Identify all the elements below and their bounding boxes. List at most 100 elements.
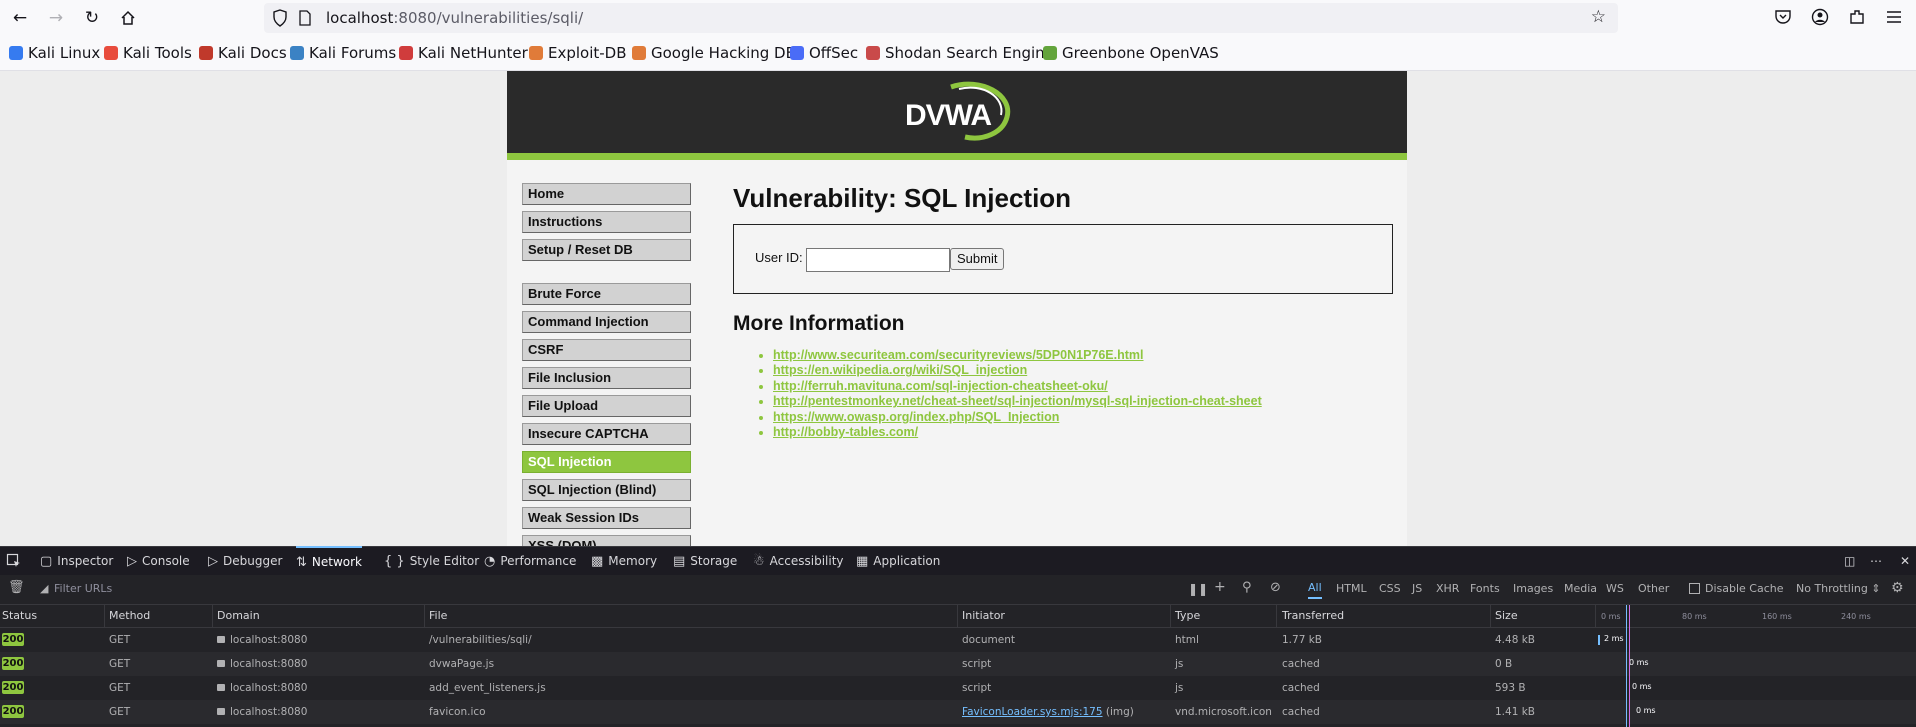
initiator-link[interactable]: FaviconLoader.sys.mjs:175	[962, 706, 1103, 718]
user-id-input[interactable]	[806, 248, 950, 272]
link-pentestmonkey[interactable]: http://pentestmonkey.net/cheat-sheet/sql…	[773, 394, 1262, 408]
column-divider[interactable]	[1170, 605, 1171, 627]
filter-js[interactable]: JS	[1412, 582, 1422, 595]
filter-ws[interactable]: WS	[1606, 582, 1624, 595]
col-method[interactable]: Method	[109, 609, 150, 622]
tab-memory[interactable]: ▩ Memory	[591, 547, 657, 575]
menu-item-instructions[interactable]: Instructions	[522, 211, 691, 233]
col-transferred[interactable]: Transferred	[1282, 609, 1344, 622]
address-bar[interactable]: localhost:8080/vulnerabilities/sqli/ ☆	[264, 3, 1618, 33]
link-wikipedia[interactable]: https://en.wikipedia.org/wiki/SQL_inject…	[773, 363, 1027, 377]
tab-inspector[interactable]: ▢ Inspector	[40, 547, 113, 575]
filter-css[interactable]: CSS	[1379, 582, 1401, 595]
column-divider[interactable]	[212, 605, 213, 627]
header-accent-bar	[507, 153, 1407, 160]
page-icon[interactable]	[298, 10, 312, 30]
reload-icon[interactable]: ↻	[80, 6, 104, 30]
bookmark-greenbone-openvas[interactable]: Greenbone OpenVAS	[1043, 44, 1219, 62]
tab-network[interactable]: ⇅ Network	[296, 546, 363, 576]
menu-item-file-inclusion[interactable]: File Inclusion	[522, 367, 691, 389]
search-icon[interactable]: ⚲	[1242, 580, 1252, 595]
bookmark-shodan[interactable]: Shodan Search Engine	[866, 44, 1054, 62]
link-bobby-tables[interactable]: http://bobby-tables.com/	[773, 425, 918, 439]
bookmark-kali-linux[interactable]: Kali Linux	[9, 44, 100, 62]
more-options-icon[interactable]: ⋯	[1870, 547, 1882, 575]
tab-storage[interactable]: ▤ Storage	[673, 547, 737, 575]
col-size[interactable]: Size	[1495, 609, 1518, 622]
menu-item-csrf[interactable]: CSRF	[522, 339, 691, 361]
submit-button[interactable]: Submit	[950, 248, 1005, 270]
menu-item-insecure-captcha[interactable]: Insecure CAPTCHA	[522, 423, 691, 445]
extensions-icon[interactable]	[1848, 8, 1866, 30]
shield-icon[interactable]	[272, 9, 288, 31]
back-arrow-icon[interactable]: ←	[8, 6, 32, 30]
column-divider[interactable]	[957, 605, 958, 627]
bookmark-google-hacking-db[interactable]: Google Hacking DB	[632, 44, 796, 62]
menu-item-sql-injection[interactable]: SQL Injection	[522, 451, 691, 473]
close-devtools-icon[interactable]: ✕	[1900, 547, 1910, 575]
column-divider[interactable]	[1490, 605, 1491, 627]
menu-item-home[interactable]: Home	[522, 183, 691, 205]
timing-label: 0 ms	[1632, 682, 1652, 691]
column-divider[interactable]	[424, 605, 425, 627]
filter-media[interactable]: Media	[1564, 582, 1597, 595]
col-initiator[interactable]: Initiator	[962, 609, 1005, 622]
menu-item-command-injection[interactable]: Command Injection	[522, 311, 691, 333]
menu-item-xss-dom[interactable]: XSS (DOM)	[522, 535, 691, 546]
dock-side-icon[interactable]: ◫	[1844, 547, 1855, 575]
column-divider[interactable]	[104, 605, 105, 627]
menu-item-sql-injection-blind[interactable]: SQL Injection (Blind)	[522, 479, 691, 501]
col-domain[interactable]: Domain	[217, 609, 260, 622]
filter-other[interactable]: Other	[1638, 582, 1669, 595]
account-icon[interactable]	[1811, 8, 1829, 30]
menu-item-weak-session-ids[interactable]: Weak Session IDs	[522, 507, 691, 529]
bookmark-kali-forums[interactable]: Kali Forums	[290, 44, 396, 62]
tab-debugger[interactable]: ▷ Debugger	[208, 547, 282, 575]
add-icon[interactable]: +	[1214, 579, 1226, 595]
filter-images[interactable]: Images	[1513, 582, 1553, 595]
link-owasp[interactable]: https://www.owasp.org/index.php/SQL_Inje…	[773, 410, 1059, 424]
link-ferruh[interactable]: http://ferruh.mavituna.com/sql-injection…	[773, 379, 1108, 393]
bookmark-exploit-db[interactable]: Exploit-DB	[529, 44, 627, 62]
col-status[interactable]: Status	[2, 609, 37, 622]
col-file[interactable]: File	[429, 609, 447, 622]
list-item: https://www.owasp.org/index.php/SQL_Inje…	[773, 410, 1393, 425]
forward-arrow-icon[interactable]: →	[44, 6, 68, 30]
menu-hamburger-icon[interactable]	[1885, 8, 1903, 30]
tab-application[interactable]: ▦ Application	[856, 547, 940, 575]
tab-performance[interactable]: ◔ Performance	[484, 547, 576, 575]
tab-style-editor[interactable]: { } Style Editor	[384, 547, 479, 575]
col-type[interactable]: Type	[1175, 609, 1200, 622]
status-badge: 200	[2, 657, 24, 670]
url-text[interactable]: localhost:8080/vulnerabilities/sqli/	[326, 9, 583, 27]
tab-accessibility[interactable]: ☃ Accessibility	[753, 547, 844, 575]
home-icon[interactable]	[116, 6, 140, 30]
disable-cache-checkbox[interactable]	[1689, 583, 1700, 594]
link-securiteam[interactable]: http://www.securiteam.com/securityreview…	[773, 348, 1144, 362]
bookmark-kali-docs[interactable]: Kali Docs	[199, 44, 287, 62]
settings-gear-icon[interactable]: ⚙	[1891, 580, 1904, 596]
menu-item-brute-force[interactable]: Brute Force	[522, 283, 691, 305]
bookmark-star-icon[interactable]: ☆	[1591, 7, 1606, 27]
filter-html[interactable]: HTML	[1336, 582, 1367, 595]
filter-urls-input[interactable]: Filter URLs	[54, 582, 112, 595]
throttling-select[interactable]: No Throttling ⇕	[1796, 582, 1881, 595]
tab-console[interactable]: ▷ Console	[127, 547, 190, 575]
trash-icon[interactable]: 🗑	[8, 580, 25, 595]
bookmark-offsec[interactable]: OffSec	[790, 44, 858, 62]
pocket-icon[interactable]	[1774, 8, 1792, 30]
pause-icon[interactable]: ❚❚	[1188, 582, 1208, 596]
menu-item-setup-reset-db[interactable]: Setup / Reset DB	[522, 239, 691, 261]
column-divider[interactable]	[1276, 605, 1277, 627]
pick-element-icon[interactable]	[6, 547, 22, 575]
block-icon[interactable]: ⊘	[1270, 580, 1281, 595]
bookmark-kali-nethunter[interactable]: Kali NetHunter	[399, 44, 528, 62]
debugger-icon: ▷	[208, 554, 218, 569]
tab-label: Memory	[608, 554, 658, 568]
filter-fonts[interactable]: Fonts	[1470, 582, 1500, 595]
filter-xhr[interactable]: XHR	[1436, 582, 1459, 595]
bookmark-kali-tools[interactable]: Kali Tools	[104, 44, 192, 62]
column-divider[interactable]	[1595, 605, 1596, 627]
menu-item-file-upload[interactable]: File Upload	[522, 395, 691, 417]
filter-all[interactable]: All	[1308, 581, 1322, 599]
